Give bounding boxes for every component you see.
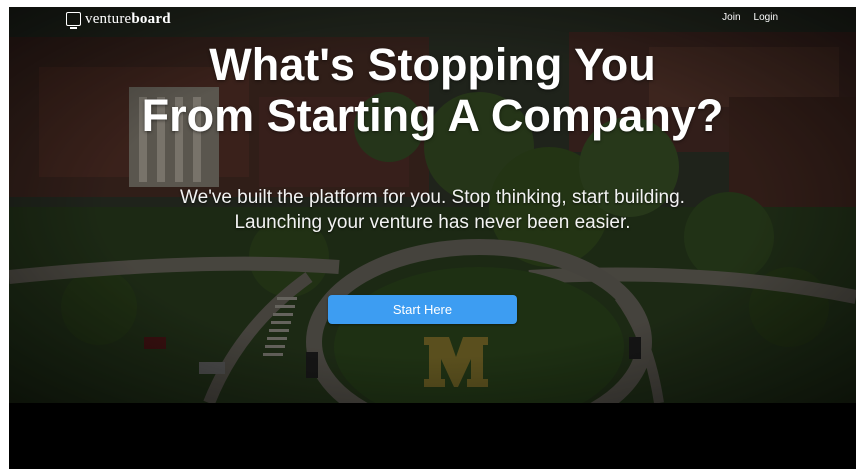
hero-subtext: We've built the platform for you. Stop t… (9, 185, 856, 235)
join-link[interactable]: Join (722, 12, 740, 23)
headline-line-2: From Starting A Company? (141, 90, 724, 141)
headline-line-1: What's Stopping You (209, 39, 656, 90)
hero-section: ventureboard Join Login What's Stopping … (9, 7, 856, 403)
top-nav: ventureboard Join Login (9, 7, 856, 31)
venturebord-logo[interactable]: ventureboard (66, 10, 171, 29)
logo-text: ventureboard (85, 11, 171, 28)
browser-viewport: ventureboard Join Login What's Stopping … (9, 7, 856, 469)
page-bottom-area (9, 403, 856, 469)
start-here-button[interactable]: Start Here (328, 295, 517, 324)
logo-text-light: venture (85, 10, 132, 27)
hero-headline: What's Stopping You From Starting A Comp… (9, 39, 856, 141)
monitor-icon (66, 12, 81, 29)
logo-text-bold: board (131, 10, 171, 27)
subtext-line-1: We've built the platform for you. Stop t… (180, 187, 685, 208)
page: ventureboard Join Login What's Stopping … (0, 0, 865, 469)
login-link[interactable]: Login (754, 12, 778, 23)
subtext-line-2: Launching your venture has never been ea… (234, 212, 631, 233)
nav-links: Join Login (722, 12, 778, 23)
